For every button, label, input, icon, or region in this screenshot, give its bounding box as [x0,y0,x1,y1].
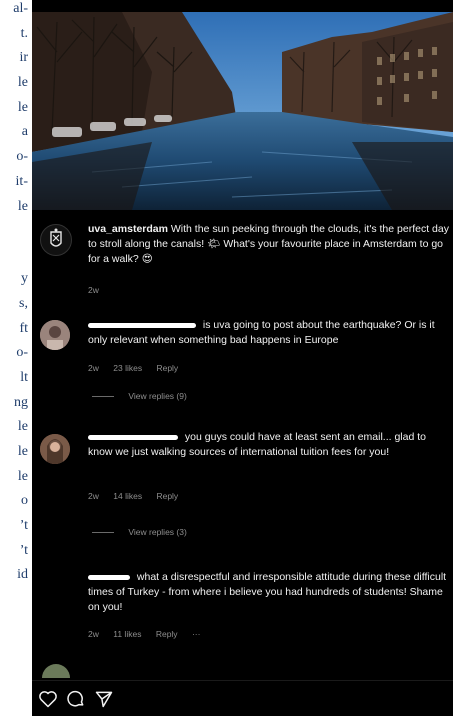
likes-count[interactable]: 23 likes [113,363,142,373]
instagram-post-screen: uva_amsterdam With the sun peeking throu… [32,0,453,716]
heart-icon[interactable] [38,689,58,709]
comment-time: 2w [88,363,99,373]
divider-dash [92,532,114,534]
redacted-username [88,434,178,440]
likes-count[interactable]: 14 likes [113,491,142,501]
comment-text: is uva going to post about the earthquak… [88,318,453,348]
comment-time: 2w [88,629,99,639]
view-replies-label: View replies (3) [128,527,187,537]
view-replies-button[interactable]: View replies (9) [92,390,187,402]
text-fragment: it- [15,174,28,189]
text-fragment: t. [20,26,28,41]
text-fragment: ng [14,395,28,410]
comment-time: 2w [88,491,99,501]
more-options-button[interactable]: ··· [192,629,201,639]
avatar-photo [40,320,70,350]
text-fragment: o [21,493,28,508]
reply-button[interactable]: Reply [156,363,178,373]
commenter-avatar[interactable] [40,434,70,464]
text-fragment: o- [16,345,28,360]
text-fragment: al- [13,1,28,16]
text-fragment: ir [19,50,28,65]
avatar-photo [40,434,70,464]
comment-bubble-icon[interactable] [66,689,86,709]
text-fragment: le [17,419,28,434]
caption-meta: 2w [88,284,111,296]
comment-meta: 2w 11 likes Reply ··· [88,628,212,640]
comment-meta: 2w 14 likes Reply [88,490,190,502]
reply-button[interactable]: Reply [156,491,178,501]
text-fragment: s, [19,296,28,311]
paper-plane-icon[interactable] [94,689,114,709]
cropped-article-text: al- t. ir le le a o- it- le y s, ft o- l… [0,0,32,716]
comment-text: you guys could have at least sent an ema… [88,430,453,460]
text-fragment: le [17,199,28,214]
text-fragment: y [21,271,28,286]
reply-button[interactable]: Reply [156,629,178,639]
redacted-username [88,574,130,580]
comment-body: what a disrespectful and irresponsible a… [88,571,447,613]
text-fragment: le [17,100,28,115]
text-fragment: ’t [19,543,28,558]
view-replies-button[interactable]: View replies (3) [92,526,187,538]
amsterdam-canal-image [32,12,453,210]
comment-meta: 2w 23 likes Reply [88,362,190,374]
caption-time: 2w [88,285,99,295]
text-fragment: lt [20,370,28,385]
redacted-username [88,322,196,328]
text-fragment: le [17,75,28,90]
caption-username[interactable]: uva_amsterdam [88,223,168,235]
text-fragment: ’t [19,518,28,533]
likes-count[interactable]: 11 likes [113,629,141,639]
text-fragment: id [17,567,28,582]
caption-text: uva_amsterdam With the sun peeking throu… [88,222,453,267]
post-photo[interactable] [32,12,453,210]
text-fragment: le [17,469,28,484]
university-crest-icon [50,228,62,247]
post-action-bar [32,680,453,716]
commenter-avatar[interactable] [40,320,70,350]
text-fragment: le [17,444,28,459]
next-comment-avatar[interactable] [42,664,70,678]
uva-logo-avatar[interactable] [40,224,72,256]
text-fragment: ft [19,321,28,336]
view-replies-label: View replies (9) [128,391,187,401]
comment-text: what a disrespectful and irresponsible a… [88,570,453,615]
text-fragment: a [21,124,28,139]
text-fragment: o- [16,149,28,164]
divider-dash [92,396,114,398]
